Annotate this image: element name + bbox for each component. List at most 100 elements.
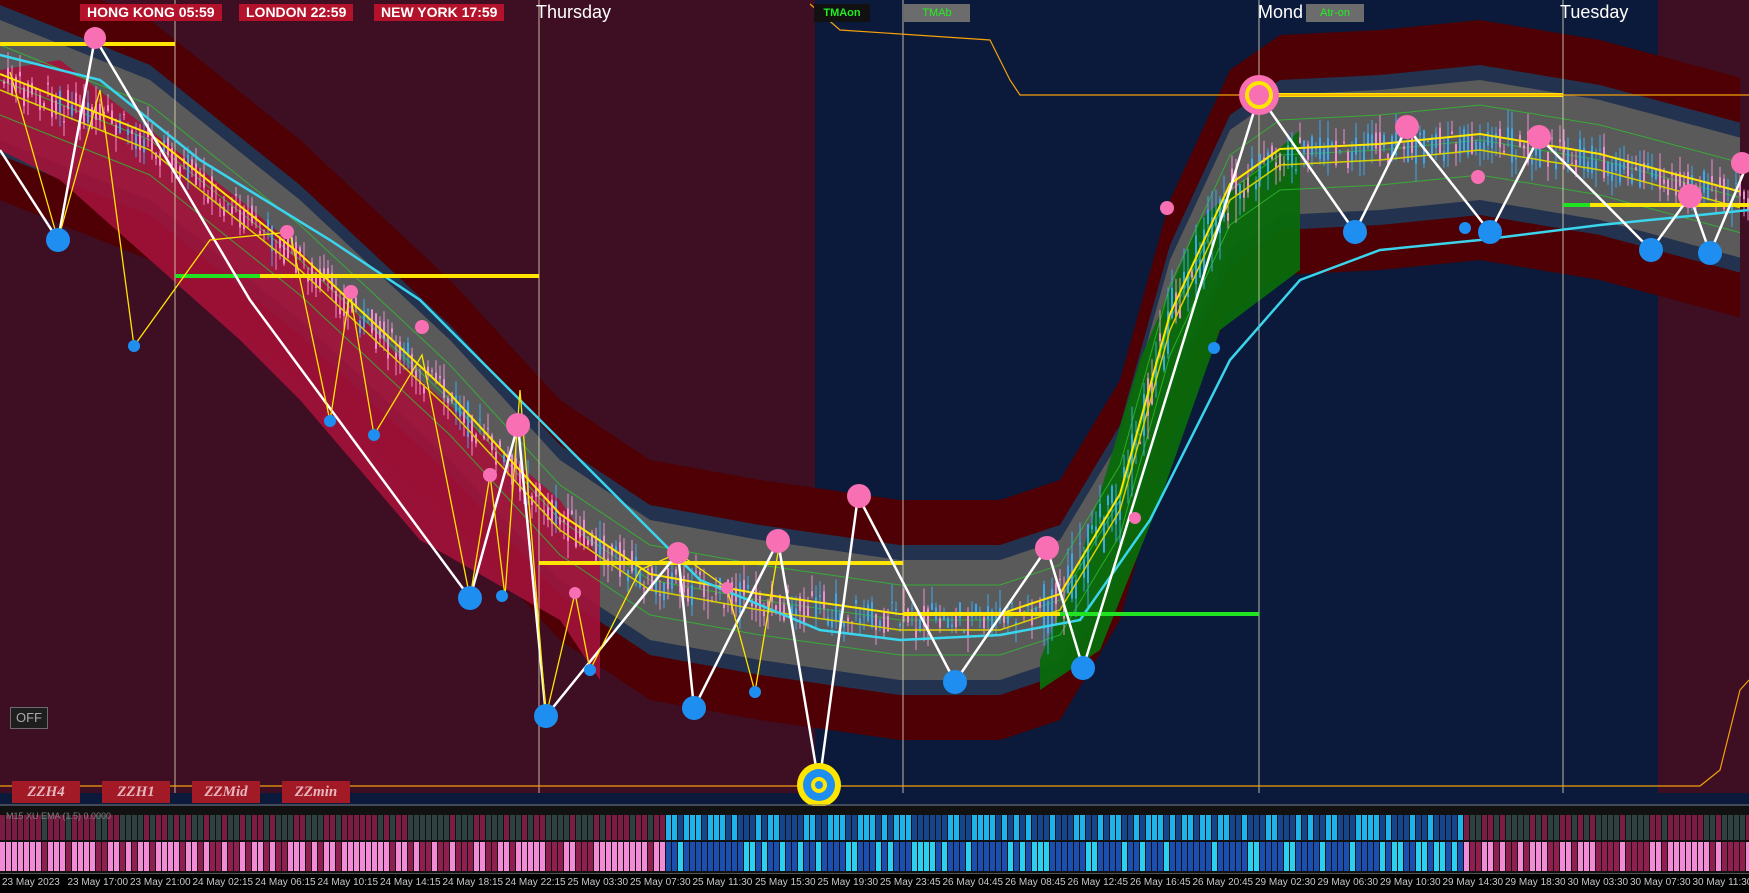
time-axis-tick: 26 May 16:45 (1130, 877, 1191, 888)
sub-indicator-bar (612, 842, 617, 871)
sub-indicator-bar (804, 842, 809, 871)
candle-body (1343, 141, 1345, 144)
sub-indicator-bar (1110, 842, 1115, 871)
sub-indicator-bar (498, 842, 503, 871)
swing-low-marker (1343, 220, 1367, 244)
swing-high-marker (847, 484, 871, 508)
zz-h4-button[interactable]: ZZH4 (12, 781, 80, 803)
sub-indicator-bar (930, 842, 935, 871)
sub-indicator-bar (1392, 815, 1397, 840)
candle-body (783, 604, 785, 621)
sub-indicator-bar (978, 842, 983, 871)
candle-body (835, 593, 837, 622)
sub-indicator-bar (1014, 815, 1019, 840)
sub-indicator-bar (648, 815, 653, 840)
candle-body (23, 87, 25, 106)
sub-indicator-bar (1092, 842, 1097, 871)
candle-body (1575, 159, 1577, 174)
sub-indicator-bar (960, 815, 965, 840)
sub-indicator-bar (192, 815, 197, 840)
sub-indicator-bar (984, 815, 989, 840)
candle-body (1327, 138, 1329, 160)
off-button[interactable]: OFF (10, 707, 48, 729)
swing-low-marker (368, 429, 380, 441)
candle-body (899, 623, 901, 626)
swing-high-marker (667, 542, 689, 564)
sub-indicator-bar (1032, 815, 1037, 840)
sub-indicator-bar (660, 815, 665, 840)
candle-body (1455, 143, 1457, 153)
price-chart-canvas[interactable] (0, 0, 1749, 893)
sub-indicator-bar (450, 815, 455, 840)
sub-indicator-bar (1284, 815, 1289, 840)
time-axis-tick: 25 May 03:30 (567, 877, 629, 888)
zz-min-button[interactable]: ZZmin (282, 781, 350, 803)
sub-indicator-bar (528, 842, 533, 871)
sub-indicator-bar (840, 842, 845, 871)
sub-indicator-bar (1578, 842, 1583, 871)
sub-indicator-bar (594, 815, 599, 840)
sub-indicator-bar (1632, 815, 1637, 840)
tma-on-toggle[interactable]: TMAon (814, 4, 870, 22)
candle-body (195, 163, 197, 185)
sub-indicator-bar (210, 815, 215, 840)
candle-body (683, 575, 685, 593)
swing-low-marker (458, 586, 482, 610)
sub-indicator-bar (912, 842, 917, 871)
sub-indicator-bar (492, 842, 497, 871)
sub-indicator-bar (516, 815, 521, 840)
candle-body (1431, 137, 1433, 156)
sub-indicator-bar (330, 815, 335, 840)
sub-indicator-bar (1566, 842, 1571, 871)
sub-indicator-bar (1260, 815, 1265, 840)
sub-indicator-bar (1338, 815, 1343, 840)
candle-body (387, 335, 389, 359)
sub-indicator-bar (1152, 842, 1157, 871)
candle-body (559, 517, 561, 525)
sub-indicator-bar (108, 842, 113, 871)
sub-indicator-bar (1050, 842, 1055, 871)
sub-indicator-bar (1704, 815, 1709, 840)
candle-body (1283, 162, 1285, 165)
sub-indicator-bar (396, 842, 401, 871)
sub-indicator-bar (882, 842, 887, 871)
sub-indicator-bar (192, 842, 197, 871)
sub-indicator-bar (1374, 815, 1379, 840)
candle-body (583, 519, 585, 546)
candle-body (1475, 141, 1477, 151)
candle-body (47, 82, 49, 85)
sub-indicator-bar (714, 842, 719, 871)
candle-body (1311, 136, 1313, 156)
candle-body (7, 68, 9, 84)
sub-indicator-bar (1530, 842, 1535, 871)
sub-indicator-bar (1194, 815, 1199, 840)
sub-indicator-bar (1596, 815, 1601, 840)
sub-indicator-bar (1416, 815, 1421, 840)
sub-indicator-bar (972, 842, 977, 871)
sub-indicator-bar (1416, 842, 1421, 871)
sub-indicator-bar (1086, 842, 1091, 871)
sub-indicator-bar (642, 815, 647, 840)
sub-indicator-bar (1488, 842, 1493, 871)
sub-indicator-bar (438, 815, 443, 840)
sub-indicator-bar (570, 815, 575, 840)
sub-indicator-bar (1320, 842, 1325, 871)
zz-mid-button[interactable]: ZZMid (192, 781, 260, 803)
sub-indicator-bar (450, 842, 455, 871)
time-axis-tick: 23 May 21:00 (130, 877, 191, 888)
sub-indicator-bar (204, 842, 209, 871)
sub-indicator-bar (768, 842, 773, 871)
sub-indicator-bar (1188, 842, 1193, 871)
sub-indicator-bar (1704, 842, 1709, 871)
sub-indicator-bar (1104, 842, 1109, 871)
sub-indicator-bar (1362, 815, 1367, 840)
sub-indicator-bar (1626, 842, 1631, 871)
zz-h1-button[interactable]: ZZH1 (102, 781, 170, 803)
candle-body (283, 240, 285, 264)
sub-indicator-bar (1464, 815, 1469, 840)
sub-indicator-bar (360, 815, 365, 840)
swing-high-marker (344, 285, 358, 299)
tma-b-toggle[interactable]: TMAb (904, 4, 970, 22)
sub-indicator-bar (882, 815, 887, 840)
atr-on-toggle[interactable]: Atr-on (1306, 4, 1364, 22)
